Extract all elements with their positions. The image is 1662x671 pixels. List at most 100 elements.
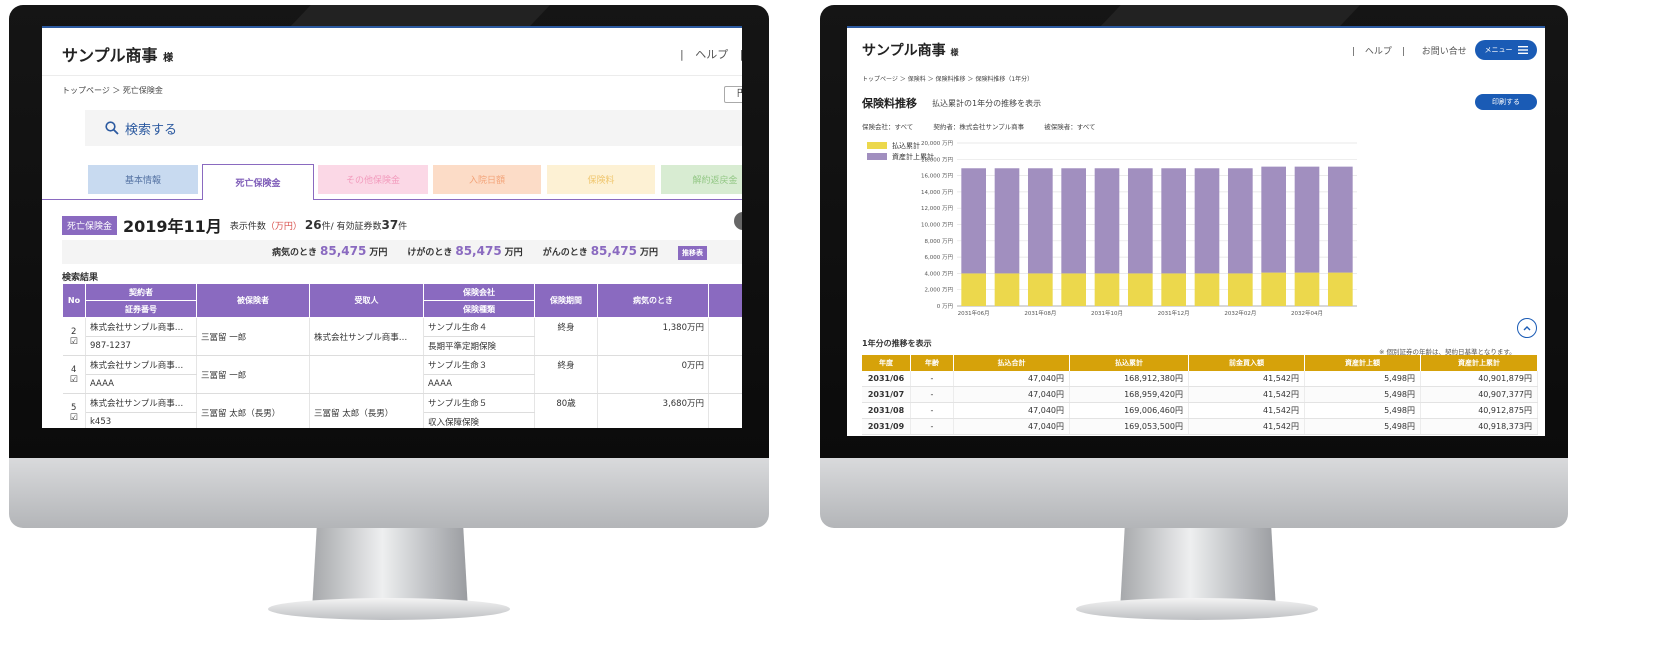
row-number: 2: [71, 326, 77, 337]
col-sick: 病気のとき: [597, 283, 709, 318]
prepaid-cell: 41,542円: [1188, 371, 1305, 387]
category-badge: 死亡保険金: [62, 215, 118, 235]
tab-premium[interactable]: 保険料: [547, 165, 655, 194]
table-row[interactable]: 2031/08 - 47,040円 169,006,460円 41,542円 5…: [862, 402, 1538, 419]
year-cell: 2031/06: [862, 371, 911, 387]
x-tick-label: 2031年12月: [1158, 309, 1190, 317]
tab-surrender-value[interactable]: 解約返戻金: [661, 165, 742, 194]
year-cell: 2031/08: [862, 402, 911, 419]
tab-basic-info[interactable]: 基本情報: [88, 165, 198, 194]
y-tick-label: 16,000 万円: [921, 173, 953, 180]
y-tick-label: 12,000 万円: [921, 205, 953, 212]
x-tick-label: 2031年08月: [1024, 309, 1056, 317]
print-button[interactable]: 印刷する: [1475, 94, 1537, 110]
prepaid-cell: 41,542円: [1188, 418, 1305, 435]
results-table: No 契約者 被保険者 受取人 保険会社 保険期間 病気のとき 証券番号 保険種…: [62, 283, 742, 428]
scroll-top-button[interactable]: [1517, 318, 1537, 338]
tab-other-benefit[interactable]: その他保険金: [318, 165, 428, 194]
legend-label: 払込累計: [892, 141, 920, 150]
legend-swatch: [867, 142, 887, 149]
x-tick-label: 2032年04月: [1291, 309, 1323, 317]
row-no-cell: 4 ☑: [62, 355, 86, 394]
help-link[interactable]: ヘルプ: [1365, 47, 1392, 57]
bar-segment: [1194, 168, 1220, 274]
menu-button[interactable]: メニュー: [1475, 40, 1537, 60]
y-tick-label: 18,000 万円: [921, 156, 953, 163]
asset-cumulative-cell: 40,907,377円: [1420, 386, 1538, 403]
term-cell: 80歳: [534, 393, 598, 428]
tab-death-benefit[interactable]: 死亡保険金: [202, 164, 314, 200]
col-no: No: [62, 283, 86, 318]
insurer-cell: サンプル生命３: [423, 355, 535, 375]
table-row[interactable]: 2031/09 - 47,040円 169,053,500円 41,542円 5…: [862, 418, 1538, 435]
page-title: 保険料推移: [862, 97, 917, 110]
summary-label: けがのとき: [407, 248, 453, 258]
col-prepaid: 前金買入額: [1188, 355, 1305, 371]
bar-segment: [1128, 273, 1153, 306]
col-year: 年度: [862, 355, 911, 371]
contractor-cell: 株式会社サンプル商事…: [85, 355, 197, 375]
bar-segment: [1261, 166, 1286, 273]
summary-value: 85,475: [590, 244, 638, 258]
sick-cell: 3,680万円: [597, 393, 709, 428]
y-tick-label: 4,000 万円: [925, 270, 954, 277]
x-tick-label: 2031年10月: [1091, 309, 1123, 317]
year-cell: 2031/09: [862, 418, 911, 435]
table-row[interactable]: 2 ☑ 株式会社サンプル商事… 三冨留 一郎 株式会社サンプル商事… サンプル生命…: [62, 317, 742, 356]
recipient-cell: [309, 355, 424, 394]
col-asset-cumulative: 資産計上累計: [1420, 355, 1538, 371]
table-row[interactable]: 5 ☑ 株式会社サンプル商事… 三冨留 太郎（長男） 三冨留 太郎（長男） サンプ…: [62, 393, 742, 428]
col-extra: [708, 283, 742, 318]
bar-segment: [1161, 168, 1186, 274]
search-bar[interactable]: 検索する: [85, 110, 742, 146]
y-tick-label: 6,000 万円: [925, 254, 954, 261]
age-cell: -: [910, 371, 954, 387]
bar-segment: [1228, 168, 1253, 274]
year-cell: 2031/07: [862, 386, 911, 403]
summary-unit: 万円: [640, 248, 659, 258]
col-insured: 被保険者: [196, 283, 310, 318]
payment-total-cell: 47,040円: [953, 371, 1070, 387]
valid-count: 37: [381, 218, 399, 232]
term-cell: 終身: [534, 355, 598, 394]
checkbox-icon[interactable]: ☑: [67, 413, 82, 423]
bar-segment: [994, 168, 1020, 274]
left-screen: サンプル商事 様 | ヘルプ | トップページ ＞ 死亡保険金 円 検索する 基…: [42, 26, 742, 428]
type-cell: 長期平準定期保険: [423, 336, 535, 356]
bar-segment: [961, 168, 986, 274]
trend-table-button[interactable]: 推移表: [678, 246, 708, 260]
filter-contractor: 契約者：株式会社サンプル商事: [933, 123, 1025, 131]
trend-table: 年度 年齢 払込合計 払込累計 前金買入額 資産計上額 資産計上累計 2031/…: [862, 355, 1538, 435]
checkbox-icon[interactable]: ☑: [67, 337, 82, 347]
col-payment-cumulative: 払込累計: [1069, 355, 1189, 371]
unit-toggle-button[interactable]: 円: [724, 86, 742, 103]
policy-cell: AAAA: [85, 374, 197, 394]
tab-hospital-daily[interactable]: 入院日額: [433, 165, 541, 194]
hamburger-icon: [1517, 46, 1528, 54]
table-row[interactable]: 2031/07 - 47,040円 168,959,420円 41,542円 5…: [862, 386, 1538, 403]
summary-label: 病気のとき: [272, 248, 318, 258]
y-tick-label: 8,000 万円: [925, 238, 954, 245]
summary-value: 85,475: [455, 244, 502, 258]
left-monitor-foot: [268, 598, 510, 620]
checkbox-icon[interactable]: ☑: [67, 375, 82, 385]
contact-link[interactable]: お問い合せ: [1422, 47, 1467, 57]
company-suffix: 様: [950, 48, 959, 57]
valid-suffix: 件: [398, 221, 408, 232]
tab-label: その他保険金: [345, 176, 400, 186]
table-row[interactable]: 2031/06 - 47,040円 168,912,380円 41,542円 5…: [862, 371, 1538, 387]
filter-insurer: 保険会社：すべて: [862, 123, 914, 131]
bar-segment: [1061, 168, 1086, 274]
asset-cumulative-cell: 40,901,879円: [1420, 371, 1538, 387]
company-suffix: 様: [163, 53, 174, 64]
company-name: サンプル商事: [62, 46, 158, 65]
insurer-cell: サンプル生命４: [423, 317, 535, 337]
row-number: 4: [71, 364, 77, 375]
y-tick-label: 14,000 万円: [921, 189, 953, 196]
help-link[interactable]: ヘルプ: [695, 48, 728, 61]
table-row[interactable]: 4 ☑ 株式会社サンプル商事… 三冨留 一郎 サンプル生命３ 終身 0万円: [62, 355, 742, 394]
type-cell: 収入保障保険: [423, 412, 535, 428]
scroll-indicator[interactable]: [734, 212, 742, 230]
summary-unit: 万円: [369, 248, 388, 258]
row-number: 5: [71, 402, 77, 413]
